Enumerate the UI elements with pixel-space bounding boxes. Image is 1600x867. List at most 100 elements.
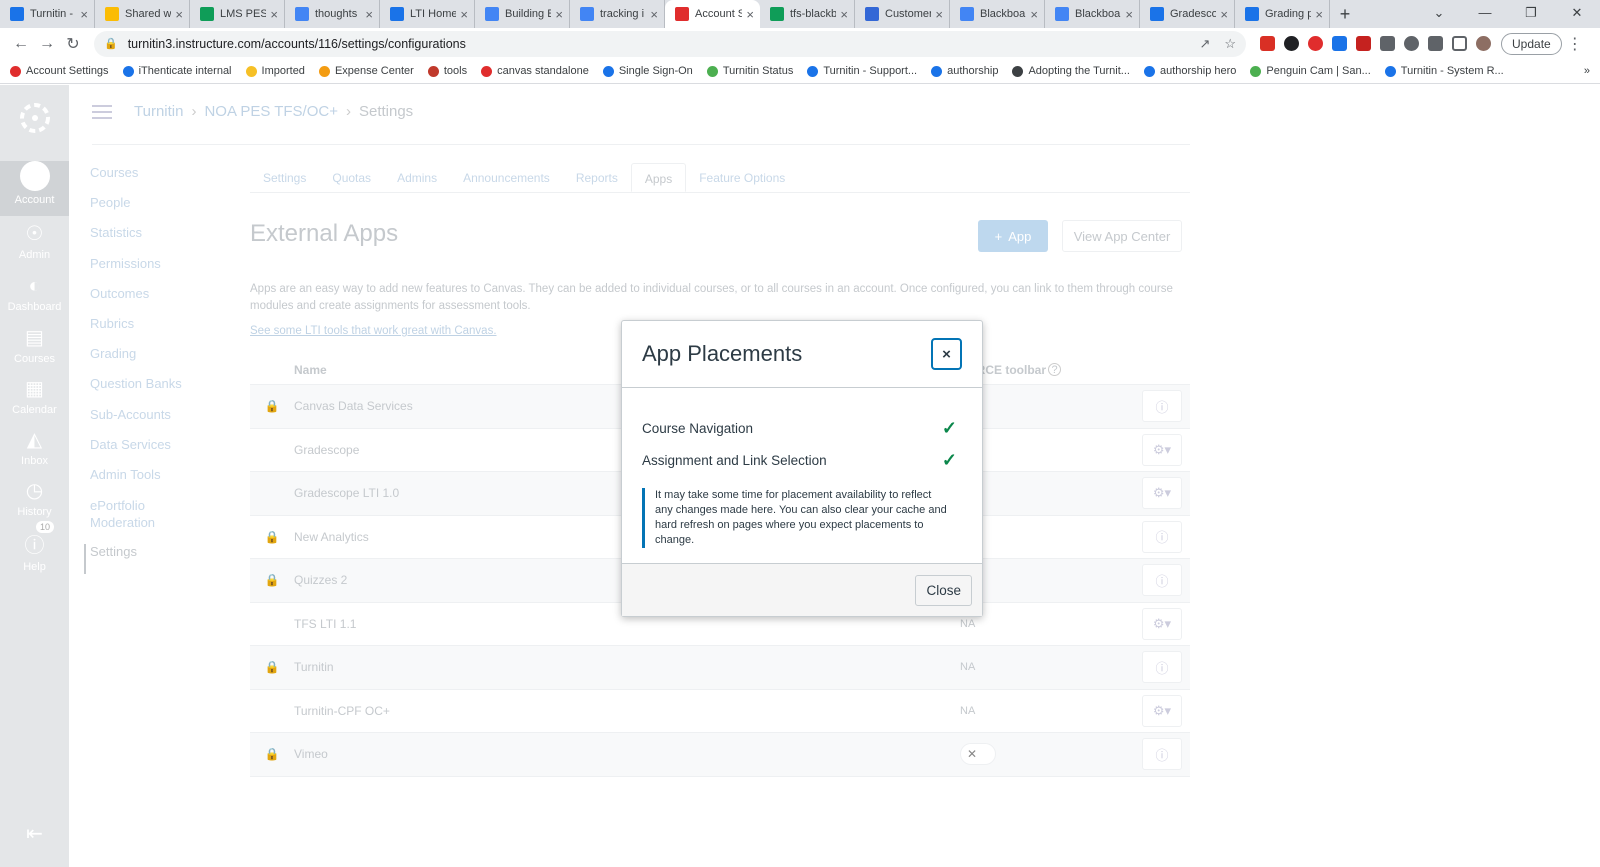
canvas-logo-icon (19, 103, 50, 133)
close-tab-icon[interactable]: × (935, 7, 943, 22)
restore-icon[interactable]: ❐ (1508, 0, 1554, 28)
close-tab-icon[interactable]: × (1125, 7, 1133, 22)
extension-icon[interactable] (1260, 36, 1275, 51)
bookmark-label: authorship hero (1159, 65, 1237, 77)
tab-favicon-icon (1055, 7, 1069, 21)
update-button[interactable]: Update (1501, 32, 1562, 55)
browser-tab[interactable]: Customer × (855, 0, 950, 28)
bookmark-item[interactable]: Account Settings (10, 65, 109, 77)
global-nav-calendar[interactable]: ▦ Calendar (0, 376, 69, 416)
browser-tab[interactable]: Grading p × (1235, 0, 1330, 28)
extension-icon[interactable] (1308, 36, 1323, 51)
close-tab-icon[interactable]: × (365, 7, 373, 22)
bookmark-label: Expense Center (334, 65, 414, 77)
bookmark-label: authorship (947, 65, 999, 77)
browser-tab[interactable]: Gradescop × (1140, 0, 1235, 28)
close-tab-icon[interactable]: × (1315, 7, 1323, 22)
canvas-logo[interactable] (0, 99, 69, 140)
close-icon[interactable]: × (931, 338, 962, 370)
extension-icon[interactable] (1356, 36, 1371, 51)
tab-favicon-icon (105, 7, 119, 21)
minimize-icon[interactable]: — (1462, 0, 1508, 28)
close-tab-icon[interactable]: × (746, 7, 754, 22)
avatar[interactable] (1476, 36, 1491, 51)
close-tab-icon[interactable]: × (650, 7, 658, 22)
browser-tab[interactable]: LMS PES D× (190, 0, 285, 28)
extension-icon[interactable] (1332, 36, 1347, 51)
app-placements-dialog: App Placements × Course Navigation ✓ Assig… (621, 320, 983, 617)
close-button[interactable]: Close (915, 574, 972, 606)
help-icon: ⓘ (24, 535, 45, 557)
side-panel-icon[interactable] (1452, 36, 1467, 51)
bookmark-favicon-icon (706, 65, 718, 77)
tab-title: Blackboar (1075, 8, 1122, 20)
browser-tab[interactable]: Building E × (475, 0, 570, 28)
global-nav-courses[interactable]: ▤ Courses (0, 325, 69, 365)
bookmark-favicon-icon (10, 65, 21, 77)
browser-tab[interactable]: tracking i × (570, 0, 665, 28)
close-tab-icon[interactable]: × (80, 7, 88, 22)
menu-icon[interactable]: ⋮ (1562, 34, 1588, 54)
forward-icon[interactable]: → (34, 35, 60, 53)
close-tab-icon[interactable]: × (840, 7, 848, 22)
global-nav-label: History (17, 506, 52, 518)
bookmark-favicon-icon (931, 65, 943, 77)
global-nav-account[interactable]: Account (0, 161, 69, 216)
global-nav-history[interactable]: ◷ History (0, 478, 69, 518)
bookmark-favicon-icon (807, 65, 819, 77)
extension-icon[interactable] (1404, 36, 1419, 51)
bookmark-item[interactable]: Turnitin - Support... (807, 65, 917, 77)
bookmark-item[interactable]: Single Sign-On (602, 65, 693, 77)
tab-search-icon[interactable]: ⌄ (1416, 0, 1462, 28)
global-nav-admin[interactable]: ☉ Admin (0, 221, 69, 261)
collapse-nav-icon[interactable]: ⇤ (0, 821, 69, 846)
close-tab-icon[interactable]: × (460, 7, 468, 22)
browser-tab-strip: Turnitin -×Shared wi×LMS PES D×thoughts×… (0, 0, 1600, 28)
browser-tab[interactable]: tfs-blackb × (760, 0, 855, 28)
bookmark-item[interactable]: authorship hero (1143, 65, 1237, 77)
browser-tab[interactable]: Account S × (665, 0, 760, 28)
global-nav-inbox[interactable]: ◭ Inbox (0, 427, 69, 467)
global-nav-dashboard[interactable]: ◐ Dashboard (0, 275, 69, 313)
close-tab-icon[interactable]: × (175, 7, 183, 22)
dialog-footer: Close (622, 563, 982, 616)
bookmark-item[interactable]: Penguin Cam | San... (1250, 65, 1371, 77)
close-tab-icon[interactable]: × (1030, 7, 1038, 22)
bookmark-item[interactable]: Adopting the Turnit... (1012, 65, 1130, 77)
bookmark-item[interactable]: Imported (245, 65, 305, 77)
window-close-icon[interactable]: ✕ (1554, 0, 1600, 28)
close-tab-icon[interactable]: × (1220, 7, 1228, 22)
puzzle-icon[interactable] (1428, 36, 1443, 51)
close-tab-icon[interactable]: × (270, 7, 278, 22)
global-nav-help[interactable]: ⓘ Help 10 (0, 521, 69, 573)
close-tab-icon[interactable]: × (555, 7, 563, 22)
omnibox[interactable]: 🔒 turnitin3.instructure.com/accounts/116… (94, 30, 1246, 57)
tab-title: Account S (695, 8, 743, 20)
bookmark-star-icon[interactable]: ☆ (1224, 36, 1236, 52)
browser-tab[interactable]: LTI Home × (380, 0, 475, 28)
browser-tab[interactable]: thoughts × (285, 0, 380, 28)
inbox-icon: ◭ (26, 429, 43, 451)
browser-tab[interactable]: Turnitin - × (0, 0, 95, 28)
browser-tab[interactable]: Blackboar × (950, 0, 1045, 28)
url-text[interactable]: turnitin3.instructure.com/accounts/116/s… (128, 37, 1186, 51)
reload-icon[interactable]: ↻ (60, 34, 86, 54)
bookmark-item[interactable]: Turnitin - System R... (1384, 65, 1504, 77)
window-controls: ⌄ — ❐ ✕ (1416, 0, 1600, 28)
bookmark-item[interactable]: authorship (931, 65, 998, 77)
browser-tab[interactable]: Blackboar × (1045, 0, 1140, 28)
bookmark-item[interactable]: iThenticate internal (122, 65, 232, 77)
extension-icon[interactable] (1380, 36, 1395, 51)
new-tab-icon[interactable]: + (1330, 0, 1360, 28)
bookmark-item[interactable]: tools (427, 65, 467, 77)
bookmarks-overflow-icon[interactable]: » (1584, 65, 1590, 77)
bookmark-item[interactable]: canvas standalone (481, 65, 589, 77)
bookmark-item[interactable]: Expense Center (318, 65, 414, 77)
address-bar-row: ← → ↻ 🔒 turnitin3.instructure.com/accoun… (0, 28, 1600, 59)
extension-icon[interactable] (1284, 36, 1299, 51)
global-nav-label: Admin (18, 249, 51, 261)
bookmark-item[interactable]: Turnitin Status (706, 65, 793, 77)
back-icon[interactable]: ← (8, 35, 34, 53)
browser-tab[interactable]: Shared wi × (95, 0, 190, 28)
share-icon[interactable]: ↗ (1199, 36, 1210, 52)
